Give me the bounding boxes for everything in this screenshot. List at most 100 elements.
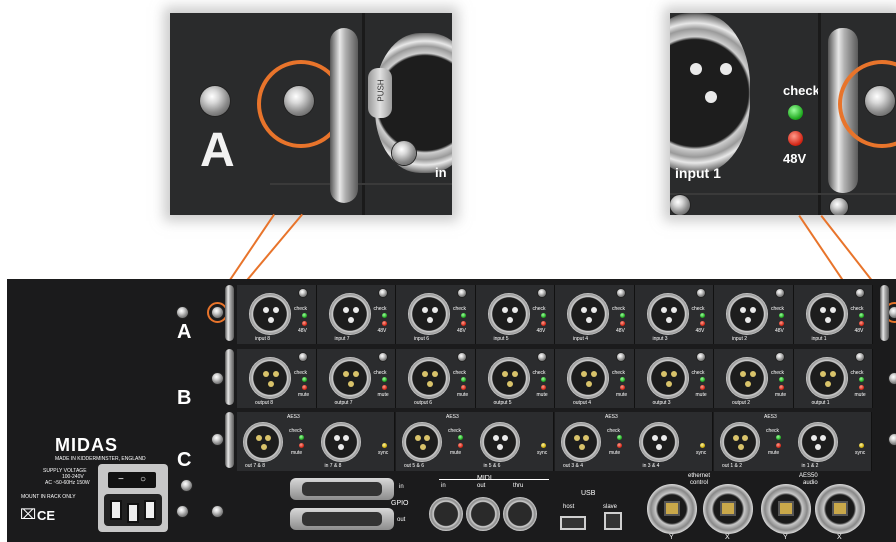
led-label-check: check [532, 306, 546, 312]
led-label-check: check [607, 428, 621, 434]
output-card: check mute output 3 [634, 349, 714, 408]
xlr-pin [424, 435, 430, 441]
phantom-led [779, 321, 784, 326]
xlr-input-connector[interactable] [646, 293, 689, 335]
xlr-input-connector[interactable] [328, 293, 371, 335]
xlr-output-connector[interactable] [805, 357, 848, 399]
xlr-pin [263, 371, 269, 377]
check-led [858, 377, 864, 382]
led-label-48v: 48V [457, 328, 466, 334]
xlr-output-connector[interactable] [646, 357, 689, 399]
xlr-input-connector[interactable] [408, 293, 450, 335]
mounting-screw [855, 353, 864, 361]
card-handle-rail [225, 412, 234, 468]
push-latch[interactable]: PUSH [368, 68, 392, 118]
xlr-output-connector[interactable] [249, 357, 291, 399]
mute-led [620, 385, 625, 390]
aes3-tag: AES3 [605, 414, 618, 420]
rack-screw [181, 480, 192, 491]
xlr-pin [745, 317, 751, 323]
led-label-check: check [373, 370, 387, 376]
mounting-screw [670, 195, 690, 215]
xlr-output-connector[interactable] [561, 422, 601, 462]
xlr-pin [422, 307, 428, 313]
led-label-mute: mute [450, 450, 462, 456]
midi-thru-label: thru [513, 483, 524, 489]
xlr-output-connector[interactable] [328, 357, 371, 399]
aes50-label: AES50 [799, 473, 818, 479]
ethernet-control-port-x[interactable] [703, 484, 753, 534]
led-label-48v: 48V [377, 328, 387, 334]
aes50-port-x[interactable] [815, 484, 865, 534]
xlr-input-connector[interactable] [479, 422, 520, 462]
card-label: output 4 [573, 400, 592, 406]
xlr-output-connector[interactable] [402, 422, 442, 462]
xlr-pin [574, 435, 580, 441]
usb-host-port[interactable] [560, 516, 586, 530]
led-label-check: check [771, 306, 785, 312]
card-label: input 2 [732, 336, 748, 342]
xlr-pin [824, 317, 831, 323]
ethernet-control-label: ethernet [688, 473, 711, 479]
xlr-pin [586, 381, 592, 387]
phantom-label: 48V [783, 151, 807, 166]
row-letter-a: A [177, 321, 192, 343]
aes3-card: AES3 check mute out 7 & 8 sync in 7 & 8 [237, 412, 395, 471]
gpio-out-connector[interactable] [290, 508, 394, 530]
xlr-input-connector[interactable] [805, 293, 848, 335]
xlr-pin [720, 63, 732, 75]
xlr-output-connector[interactable] [408, 357, 450, 399]
led-label-check: check [691, 306, 705, 312]
midi-in-port[interactable] [429, 497, 463, 531]
input-card: check 48V input 3 [634, 285, 714, 344]
xlr-pin [581, 371, 587, 377]
card-handle-rail [330, 28, 358, 203]
brand-logo: MIDAS [55, 435, 118, 455]
push-label: PUSH [376, 79, 386, 102]
xlr-pin [256, 435, 262, 441]
card-label: in 7 & 8 [324, 463, 342, 469]
xlr-output-connector[interactable] [243, 422, 283, 462]
led-label-48v: 48V [695, 328, 705, 334]
ethernet-control-port-y[interactable] [647, 484, 697, 534]
check-led [381, 313, 387, 318]
gpio-out-label: out [397, 517, 406, 523]
card-label: out 3 & 4 [563, 463, 584, 469]
gpio-in-connector[interactable] [290, 478, 394, 500]
xlr-pin [819, 435, 826, 441]
led-label-check: check [850, 306, 864, 312]
iec-power-socket[interactable] [104, 494, 162, 526]
xlr-pin [651, 435, 658, 441]
check-led [461, 313, 466, 318]
xlr-output-connector[interactable] [487, 357, 530, 399]
input-card: check 48V input 1 [793, 285, 873, 344]
aes50-port-y[interactable] [761, 484, 811, 534]
ce-mark: CE [37, 508, 56, 523]
xlr-input-connector[interactable] [797, 422, 838, 462]
power-switch[interactable]: − ○ [108, 472, 156, 488]
xlr-pin [656, 444, 662, 450]
midi-thru-port[interactable] [503, 497, 537, 531]
xlr-input-connector[interactable] [487, 293, 530, 335]
xlr-input-connector[interactable] [638, 422, 679, 462]
xlr-input-connector[interactable] [320, 422, 361, 462]
xlr-output-connector[interactable] [720, 422, 760, 462]
xlr-input-connector[interactable] [726, 293, 768, 335]
card-label: output 7 [334, 400, 353, 406]
xlr-output-connector[interactable] [726, 357, 768, 399]
xlr-pin [670, 307, 677, 313]
xlr-pin [511, 307, 518, 313]
xlr-output-connector[interactable] [567, 357, 609, 399]
led-label-check: check [612, 370, 626, 376]
card-label: output 2 [732, 400, 751, 406]
zoom-callout-right: check 48V input 1 [670, 13, 896, 215]
xlr-pin [583, 435, 589, 441]
mounting-screw [378, 289, 387, 297]
xlr-input-connector[interactable] [567, 293, 609, 335]
output-card: check mute output 6 [396, 349, 476, 408]
xlr-input-connector[interactable] [249, 293, 291, 335]
midi-out-port[interactable] [466, 497, 500, 531]
xlr-pin [501, 371, 508, 377]
usb-slave-port[interactable] [604, 512, 622, 530]
check-led [617, 435, 622, 440]
